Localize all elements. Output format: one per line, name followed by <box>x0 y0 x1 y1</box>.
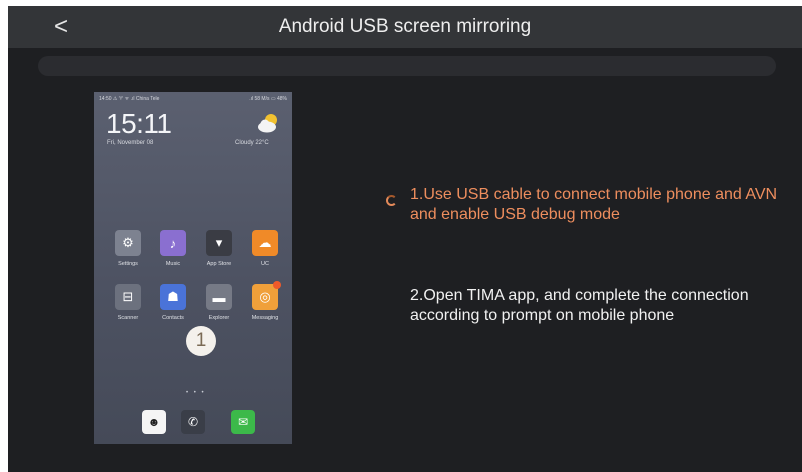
page-indicator: • • • <box>186 390 206 396</box>
app-label: Messaging <box>251 315 279 321</box>
app-label: App Store <box>206 261 232 267</box>
contacts-icon: ☗ <box>160 284 186 310</box>
app-contacts: ☗ Contacts <box>153 284 193 332</box>
notification-badge <box>273 281 281 289</box>
instruction-step-1: 1.Use USB cable to connect mobile phone … <box>410 186 778 223</box>
status-right: .ıl 58 M/s ▭ 48% <box>249 96 287 102</box>
wechat-icon: ✉ <box>231 410 255 434</box>
phone-icon: ✆ <box>181 410 205 434</box>
phone-date: Fri, November 08 <box>107 140 154 146</box>
progress-track <box>38 56 776 76</box>
gear-icon: ⚙ <box>115 230 141 256</box>
status-left: 14:50 ⚠ ♈ ᯤ .ıl China Tele <box>99 96 160 102</box>
phone-screen-preview: 14:50 ⚠ ♈ ᯤ .ıl China Tele .ıl 58 M/s ▭ … <box>94 92 292 444</box>
app-messaging: ◎ Messaging <box>245 281 285 332</box>
mirroring-screen: Android USB screen mirroring < 14:50 ⚠ ♈… <box>8 6 802 472</box>
instruction-step-2: 2.Open TIMA app, and complete the connec… <box>410 287 749 324</box>
uc-browser-icon: ☁ <box>252 230 278 256</box>
phone-clock: 15:11 <box>106 108 172 139</box>
app-label: Music <box>165 261 181 267</box>
header-bar: Android USB screen mirroring < <box>8 6 802 48</box>
app-app-store: ▾ App Store <box>199 230 239 278</box>
app-store-icon: ▾ <box>206 230 232 256</box>
message-icon: ◎ <box>252 281 281 310</box>
app-label: Scanner <box>117 315 139 321</box>
app-label: UC <box>261 261 269 267</box>
phone-dock: ☻ ✆ ✉ <box>94 408 292 444</box>
app-music: ♪ Music <box>153 230 193 278</box>
app-label: Settings <box>118 261 138 267</box>
qq-penguin-icon: ☻ <box>142 410 166 434</box>
app-label: Contacts <box>162 315 184 321</box>
loading-spinner-icon <box>386 195 397 206</box>
app-label: Explorer <box>208 315 230 321</box>
app-uc: ☁ UC <box>245 230 285 278</box>
scanner-icon: ⊟ <box>115 284 141 310</box>
cloudy-weather-icon <box>258 114 277 133</box>
back-button[interactable]: < <box>44 10 78 44</box>
app-settings: ⚙ Settings <box>108 230 148 278</box>
app-scanner: ⊟ Scanner <box>108 284 148 332</box>
app-explorer: ▬ Explorer <box>199 284 239 332</box>
music-note-icon: ♪ <box>160 230 186 256</box>
phone-weather: Cloudy 22°C <box>235 140 269 146</box>
step-number-badge: 1 <box>186 326 216 356</box>
folder-icon: ▬ <box>206 284 232 310</box>
phone-status-bar: 14:50 ⚠ ♈ ᯤ .ıl China Tele .ıl 58 M/s ▭ … <box>94 92 292 106</box>
page-title: Android USB screen mirroring <box>278 16 532 37</box>
